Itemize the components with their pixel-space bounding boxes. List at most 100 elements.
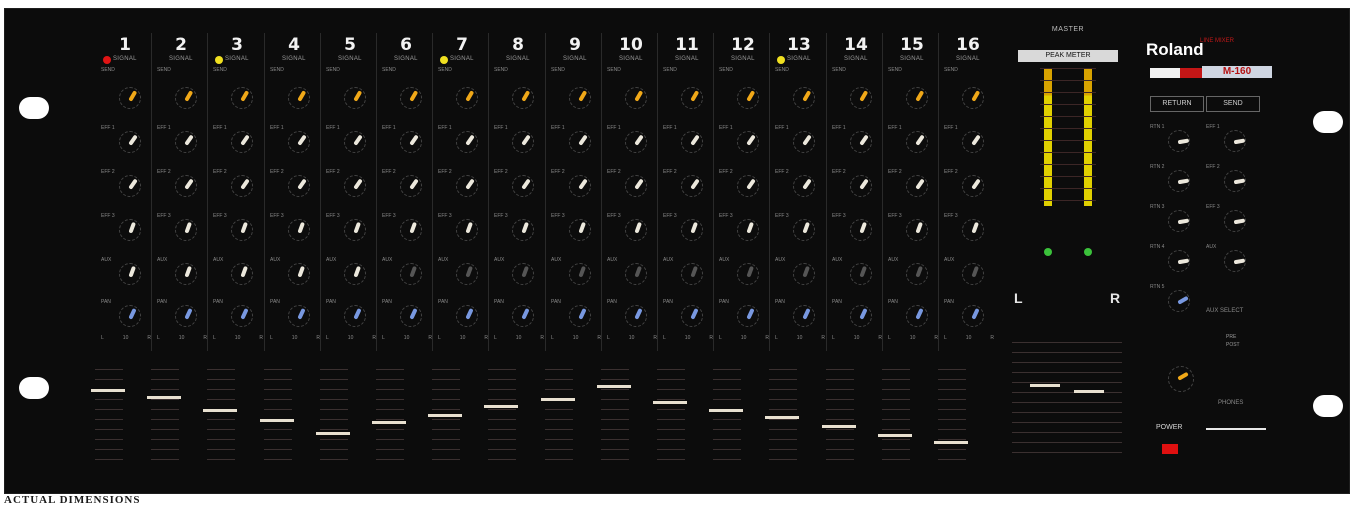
eff-knob-4[interactable] bbox=[962, 263, 984, 285]
eff-knob-3[interactable] bbox=[119, 219, 141, 241]
pan-knob[interactable] bbox=[175, 305, 197, 327]
eff-knob-2[interactable] bbox=[344, 175, 366, 197]
eff-knob-4[interactable] bbox=[625, 263, 647, 285]
eff-knob-4[interactable] bbox=[681, 263, 703, 285]
fader-cap[interactable] bbox=[597, 385, 631, 388]
eff-knob-4[interactable] bbox=[175, 263, 197, 285]
eff-knob-4[interactable] bbox=[793, 263, 815, 285]
eff-knob-1[interactable] bbox=[288, 131, 310, 153]
eff-knob-2[interactable] bbox=[119, 175, 141, 197]
eff-knob-2[interactable] bbox=[569, 175, 591, 197]
return-knob-4[interactable] bbox=[1168, 250, 1190, 272]
send-knob[interactable] bbox=[962, 87, 984, 109]
pan-knob[interactable] bbox=[793, 305, 815, 327]
pan-knob[interactable] bbox=[456, 305, 478, 327]
eff-knob-1[interactable] bbox=[625, 131, 647, 153]
fader-cap[interactable] bbox=[653, 401, 687, 404]
return-knob-2[interactable] bbox=[1168, 170, 1190, 192]
send-knob[interactable] bbox=[625, 87, 647, 109]
eff-knob-4[interactable] bbox=[344, 263, 366, 285]
send-knob-3[interactable] bbox=[1224, 210, 1246, 232]
eff-knob-1[interactable] bbox=[569, 131, 591, 153]
eff-knob-3[interactable] bbox=[625, 219, 647, 241]
eff-knob-2[interactable] bbox=[231, 175, 253, 197]
eff-knob-4[interactable] bbox=[231, 263, 253, 285]
eff-knob-4[interactable] bbox=[737, 263, 759, 285]
pan-knob[interactable] bbox=[119, 305, 141, 327]
master-fader-right[interactable] bbox=[1074, 390, 1104, 393]
send-knob[interactable] bbox=[793, 87, 815, 109]
eff-knob-3[interactable] bbox=[456, 219, 478, 241]
return-knob-5[interactable] bbox=[1168, 290, 1190, 312]
eff-knob-1[interactable] bbox=[344, 131, 366, 153]
eff-knob-2[interactable] bbox=[456, 175, 478, 197]
master-fader-left[interactable] bbox=[1030, 384, 1060, 387]
eff-knob-2[interactable] bbox=[288, 175, 310, 197]
eff-knob-2[interactable] bbox=[850, 175, 872, 197]
pan-knob[interactable] bbox=[681, 305, 703, 327]
fader-cap[interactable] bbox=[91, 389, 125, 392]
send-knob[interactable] bbox=[850, 87, 872, 109]
fader-cap[interactable] bbox=[372, 421, 406, 424]
send-knob[interactable] bbox=[737, 87, 759, 109]
eff-knob-3[interactable] bbox=[175, 219, 197, 241]
eff-knob-3[interactable] bbox=[288, 219, 310, 241]
eff-knob-3[interactable] bbox=[906, 219, 928, 241]
eff-knob-4[interactable] bbox=[456, 263, 478, 285]
send-knob[interactable] bbox=[906, 87, 928, 109]
pan-knob[interactable] bbox=[288, 305, 310, 327]
fader-cap[interactable] bbox=[822, 425, 856, 428]
fader-cap[interactable] bbox=[541, 398, 575, 401]
eff-knob-3[interactable] bbox=[512, 219, 534, 241]
pan-knob[interactable] bbox=[400, 305, 422, 327]
eff-knob-3[interactable] bbox=[569, 219, 591, 241]
fader-cap[interactable] bbox=[934, 441, 968, 444]
pan-knob[interactable] bbox=[231, 305, 253, 327]
eff-knob-1[interactable] bbox=[400, 131, 422, 153]
eff-knob-1[interactable] bbox=[512, 131, 534, 153]
pan-knob[interactable] bbox=[737, 305, 759, 327]
fader-cap[interactable] bbox=[878, 434, 912, 437]
pan-knob[interactable] bbox=[569, 305, 591, 327]
return-knob-1[interactable] bbox=[1168, 130, 1190, 152]
eff-knob-2[interactable] bbox=[175, 175, 197, 197]
send-knob[interactable] bbox=[231, 87, 253, 109]
eff-knob-4[interactable] bbox=[119, 263, 141, 285]
eff-knob-2[interactable] bbox=[962, 175, 984, 197]
return-knob-3[interactable] bbox=[1168, 210, 1190, 232]
eff-knob-2[interactable] bbox=[906, 175, 928, 197]
eff-knob-4[interactable] bbox=[906, 263, 928, 285]
eff-knob-1[interactable] bbox=[737, 131, 759, 153]
eff-knob-3[interactable] bbox=[850, 219, 872, 241]
eff-knob-3[interactable] bbox=[962, 219, 984, 241]
eff-knob-2[interactable] bbox=[793, 175, 815, 197]
fader-cap[interactable] bbox=[147, 396, 181, 399]
fader-cap[interactable] bbox=[709, 409, 743, 412]
eff-knob-1[interactable] bbox=[962, 131, 984, 153]
eff-knob-4[interactable] bbox=[400, 263, 422, 285]
send-knob[interactable] bbox=[119, 87, 141, 109]
fader-cap[interactable] bbox=[316, 432, 350, 435]
eff-knob-1[interactable] bbox=[850, 131, 872, 153]
pan-knob[interactable] bbox=[344, 305, 366, 327]
eff-knob-2[interactable] bbox=[400, 175, 422, 197]
eff-knob-2[interactable] bbox=[737, 175, 759, 197]
send-knob[interactable] bbox=[400, 87, 422, 109]
eff-knob-4[interactable] bbox=[512, 263, 534, 285]
eff-knob-3[interactable] bbox=[400, 219, 422, 241]
pan-knob[interactable] bbox=[962, 305, 984, 327]
eff-knob-4[interactable] bbox=[569, 263, 591, 285]
send-knob[interactable] bbox=[175, 87, 197, 109]
eff-knob-3[interactable] bbox=[737, 219, 759, 241]
pan-knob[interactable] bbox=[850, 305, 872, 327]
send-knob[interactable] bbox=[344, 87, 366, 109]
eff-knob-2[interactable] bbox=[625, 175, 647, 197]
send-knob[interactable] bbox=[456, 87, 478, 109]
eff-knob-3[interactable] bbox=[231, 219, 253, 241]
power-button[interactable] bbox=[1162, 444, 1178, 454]
eff-knob-2[interactable] bbox=[681, 175, 703, 197]
fader-cap[interactable] bbox=[484, 405, 518, 408]
fader-cap[interactable] bbox=[428, 414, 462, 417]
fader-cap[interactable] bbox=[260, 419, 294, 422]
fader-cap[interactable] bbox=[765, 416, 799, 419]
